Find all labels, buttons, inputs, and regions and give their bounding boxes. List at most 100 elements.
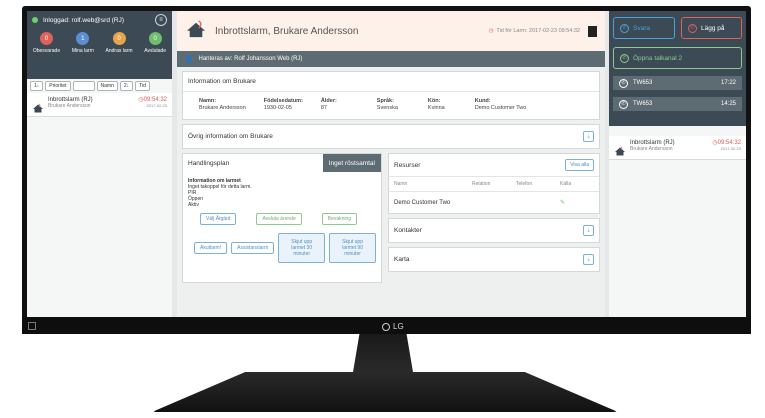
contacts-title: Kontakter	[394, 227, 422, 234]
call-time: 17:22	[720, 80, 736, 86]
user-info-grid: Namn: Brukare Andersson Födelsedatum: 1930…	[183, 92, 599, 119]
contacts-card: Kontakter ⇣	[388, 218, 600, 243]
column-header: Telefon	[516, 181, 533, 187]
counter-badge: 0	[39, 32, 53, 45]
action-button-row-2: Akutlarm! Assistanslarm Skjut upp larmet…	[188, 233, 376, 263]
info-field: Ålder: 87	[321, 98, 337, 111]
monitor-stand	[152, 372, 618, 412]
counter-badge: 1	[76, 32, 90, 45]
alarm-date: 2017-02-23	[720, 146, 741, 151]
menu-icon[interactable]: ≡	[155, 14, 167, 26]
open-channel-button[interactable]: ✆ Öppna talkanal 2	[613, 47, 742, 69]
counter-others-alarms[interactable]: 0 Andras larm	[106, 32, 132, 54]
online-status-icon	[32, 17, 38, 23]
handled-by-text: Hanteras av: Rolf Johansson Web (RJ)	[198, 56, 303, 62]
phone-icon: ✆	[688, 23, 697, 33]
monitor-bezel: LG	[22, 317, 751, 334]
user-icon: 👤	[185, 56, 193, 63]
expand-icon[interactable]: ⇣	[583, 225, 594, 236]
counter-my-alarms[interactable]: 1 Mina larm	[72, 32, 94, 54]
sort-blank-button[interactable]	[72, 81, 95, 91]
phone-icon: ✆	[619, 99, 628, 109]
alarm-list-item[interactable]: Inbrottslarm (RJ) Brukare Andersson ◷09:…	[27, 93, 172, 117]
monitor: Inloggad: rolf.web@srd (RJ) ≡ 0 Obesvara…	[22, 6, 751, 334]
monitor-neck	[352, 334, 414, 378]
sort-time-button[interactable]: Tid	[135, 81, 150, 91]
tab-no-voice-call[interactable]: Inget röstsamtal	[322, 154, 381, 172]
sort-time-order-button[interactable]: 2↓	[119, 81, 134, 91]
resources-title: Resurser	[394, 161, 421, 169]
right-column: Resurser Visa alla Namn Relation Telefon…	[388, 153, 600, 283]
info-field: Kund: Demo Customer Two	[475, 98, 527, 111]
info-label: Ålder:	[320, 98, 337, 104]
sort-name-button[interactable]: Namn	[96, 81, 118, 91]
sort-row: 1↓ Prioritet Namn 2↓ Tid	[27, 79, 172, 93]
sort-priority-button[interactable]: Prioritet	[45, 81, 71, 91]
alarm-time-text: Tid för Larm: 2017-02-23 09:54:32	[496, 28, 580, 34]
call-name: TW653	[633, 80, 653, 86]
delay-30-button[interactable]: Skjut upp larmet 30 minuter	[278, 233, 326, 263]
delay-90-button[interactable]: Skjut upp larmet 90 minuter	[329, 233, 376, 263]
expand-icon[interactable]: ⇣	[583, 131, 594, 142]
assistance-alarm-button[interactable]: Assistanslarm	[231, 242, 275, 254]
choose-action-button[interactable]: Välj Åtgärd	[200, 213, 237, 225]
alarm-time-label: ◷ Tid för Larm: 2017-02-23 09:54:32	[489, 28, 580, 34]
brand-label: LG	[393, 322, 404, 331]
edit-icon[interactable]: ✎	[560, 199, 565, 206]
other-info-header: Övrig information om Brukare ⇣	[183, 125, 599, 148]
counter-label: Avslutade	[144, 48, 167, 54]
table-row[interactable]: Demo Customer Two ✎	[389, 192, 599, 213]
info-label: Namn:	[199, 98, 217, 104]
counter-unanswered[interactable]: 0 Obesvarade	[33, 32, 60, 54]
column-header: Relation	[472, 181, 491, 187]
call-list-item[interactable]: ✆ TW653 14:25	[613, 97, 742, 111]
resources-card: Resurser Visa alla Namn Relation Telefon…	[388, 153, 600, 214]
info-field: Kön: Kvinna	[428, 98, 445, 111]
lower-split: Handlingsplan Inget röstsamtal Informati…	[182, 153, 600, 283]
alarm-list-item[interactable]: Inbrottslarm (RJ) Brukare Andersson ◷09:…	[609, 136, 746, 160]
hangup-button[interactable]: ✆ Lägg på	[681, 17, 742, 39]
show-all-button[interactable]: Visa alla	[565, 159, 594, 171]
house-alarm-icon	[32, 100, 44, 113]
map-title: Karta	[394, 256, 410, 263]
login-row: Inloggad: rolf.web@srd (RJ) ≡	[27, 11, 172, 29]
login-text: Inloggad: rolf.web@srd (RJ)	[43, 16, 125, 24]
phone-icon: ✆	[619, 78, 628, 88]
call-list-item[interactable]: ✆ TW653 17:22	[613, 76, 742, 90]
document-icon[interactable]	[588, 25, 597, 37]
call-panel: ✆ Svara ✆ Lägg på ✆ Öppna talkanal 2 ✆ TW653…	[609, 11, 746, 126]
answer-button[interactable]: ✆ Svara	[613, 17, 675, 39]
action-button-row: Välj Åtgärd Avsluta ärende Bevakning	[188, 213, 376, 225]
clock-icon: ◷	[488, 28, 494, 34]
info-label: Kund:	[474, 98, 491, 104]
alarm-time: ◷09:54:32 2017-02-23	[712, 139, 741, 151]
lg-logo-icon	[382, 322, 390, 331]
sort-priority-order-button[interactable]: 1↓	[30, 81, 44, 91]
page-title: Inbrottslarm, Brukare Andersson	[215, 25, 359, 37]
counter-badge: 0	[112, 32, 126, 45]
resources-columns: Namn Relation Telefon Källa	[389, 177, 599, 192]
acute-alarm-button[interactable]: Akutlarm!	[194, 242, 228, 254]
monitoring-button[interactable]: Bevakning	[321, 213, 358, 225]
info-value: Brukare Andersson	[199, 105, 246, 111]
info-label: Födelsedatum:	[263, 98, 303, 104]
alarm-date: 2017-02-23	[146, 103, 167, 108]
left-sidebar: Inloggad: rolf.web@srd (RJ) ≡ 0 Obesvara…	[27, 11, 172, 317]
alarm-time: ◷09:54:32 2017-02-23	[138, 96, 167, 108]
monitor-menu-icon	[28, 322, 36, 330]
resources-header: Resurser Visa alla	[389, 154, 599, 177]
counter-finished[interactable]: 0 Avslutade	[144, 32, 166, 54]
info-field: Språk: Svenska	[377, 98, 398, 111]
call-name: TW653	[633, 101, 653, 107]
info-field: Födelsedatum: 1930-02-05	[264, 98, 303, 111]
call-row: ✆ Svara ✆ Lägg på	[613, 17, 742, 39]
alarm-subject: Brukare Andersson	[48, 103, 91, 109]
alarm-counters: 0 Obesvarade 1 Mina larm 0 Andras larm 0…	[27, 29, 172, 54]
info-label: Språk:	[376, 98, 394, 104]
action-plan-body: Information om larmet Inget takoppel för…	[183, 172, 381, 269]
finish-case-button[interactable]: Avsluta ärende	[256, 213, 302, 225]
expand-icon[interactable]: ⇣	[583, 254, 594, 265]
lg-logo: LG	[382, 322, 404, 331]
column-header: Källa	[560, 181, 572, 187]
user-info-card: Information om Brukare Namn: Brukare Ande…	[182, 71, 600, 120]
